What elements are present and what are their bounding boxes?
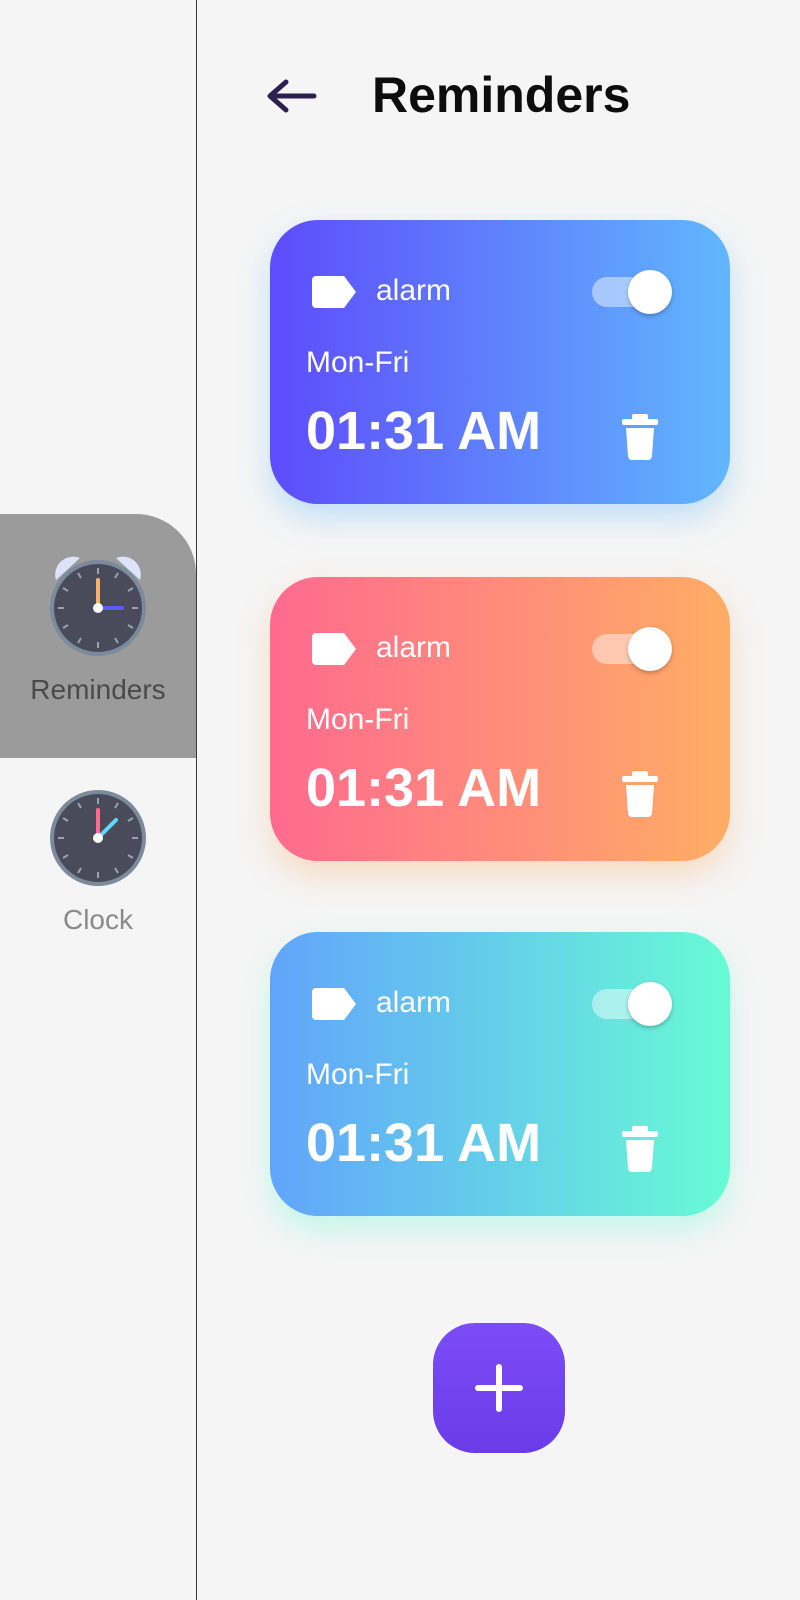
sidebar-item-reminders[interactable]: Reminders [0, 514, 196, 758]
arrow-left-icon[interactable] [262, 74, 318, 118]
reminder-time: 01:31 AM [306, 1113, 542, 1173]
page-title: Reminders [372, 67, 631, 123]
reminder-days: Mon-Fri [306, 346, 410, 379]
reminder-label: alarm [376, 986, 452, 1019]
toggle-knob [628, 982, 672, 1026]
alarm-clock-icon [50, 556, 146, 656]
label-tag-icon [312, 276, 356, 308]
add-reminder-button[interactable] [433, 1323, 565, 1453]
reminder-days: Mon-Fri [306, 1058, 410, 1091]
label-tag-icon [312, 633, 356, 665]
reminder-time: 01:31 AM [306, 758, 542, 818]
sidebar-item-label: Reminders [30, 674, 166, 705]
sidebar: Reminders Clock [0, 0, 197, 1600]
sidebar-item-clock[interactable]: Clock [0, 764, 196, 1008]
trash-icon[interactable] [620, 414, 660, 460]
trash-icon[interactable] [620, 771, 660, 817]
plus-icon [475, 1364, 523, 1412]
toggle-knob [628, 627, 672, 671]
reminder-toggle[interactable] [592, 270, 674, 314]
reminder-card[interactable]: alarm Mon-Fri 01:31 AM [270, 932, 730, 1216]
toggle-knob [628, 270, 672, 314]
reminder-card[interactable]: alarm Mon-Fri 01:31 AM [270, 220, 730, 504]
trash-icon[interactable] [620, 1126, 660, 1172]
reminder-label: alarm [376, 631, 452, 664]
reminder-days: Mon-Fri [306, 703, 410, 736]
reminder-label: alarm [376, 274, 452, 307]
reminder-toggle[interactable] [592, 982, 674, 1026]
label-tag-icon [312, 988, 356, 1020]
clock-icon [50, 790, 146, 886]
reminder-toggle[interactable] [592, 627, 674, 671]
sidebar-item-label: Clock [62, 904, 133, 935]
reminder-card[interactable]: alarm Mon-Fri 01:31 AM [270, 577, 730, 861]
reminder-time: 01:31 AM [306, 401, 542, 461]
